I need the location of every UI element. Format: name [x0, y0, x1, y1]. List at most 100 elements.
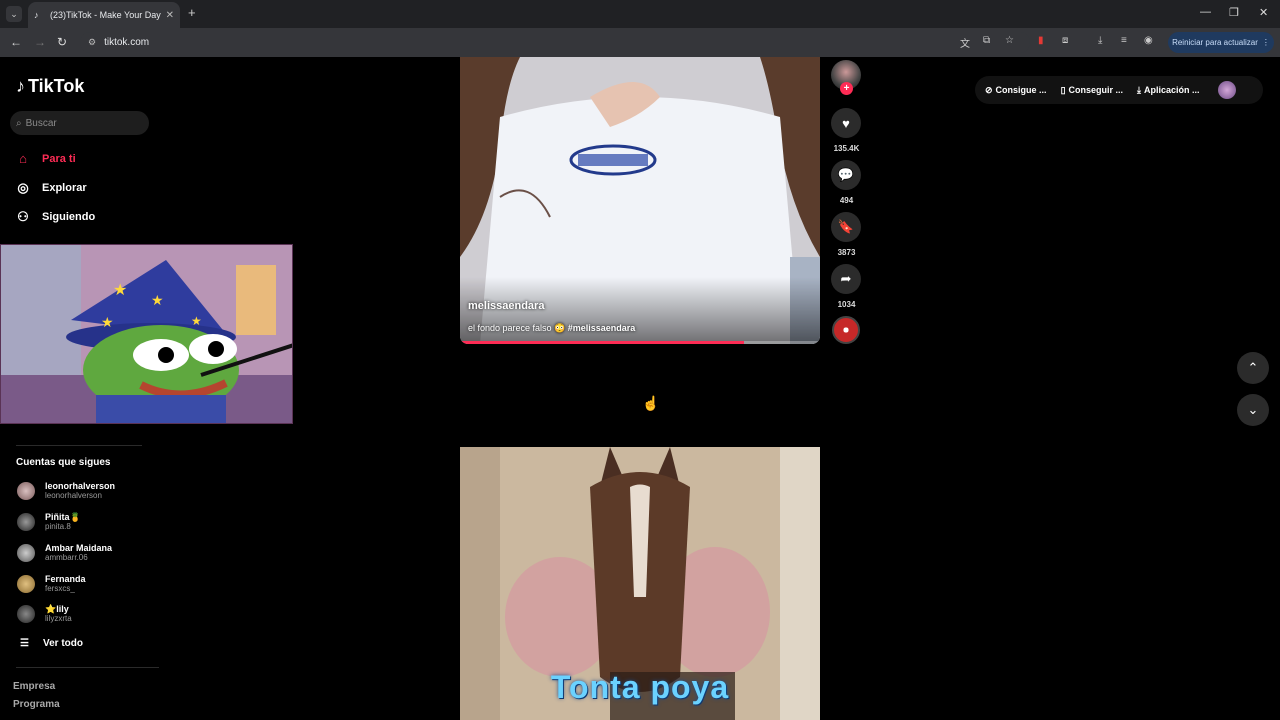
browser-toolbar: ← → ↻ ⚙ tiktok.com 文 ⧉ ☆ ▮ ⧈ ⤓ ≡ ◉ Reini…	[0, 28, 1280, 57]
restore-icon[interactable]: ❐	[1229, 6, 1239, 19]
bookmark-icon: 🔖	[837, 219, 855, 234]
svg-text:★: ★	[151, 292, 164, 308]
see-all-label: Ver todo	[42, 638, 83, 649]
following-account-leonorhalverson[interactable]: leonorhalverson leonorhalverson	[17, 481, 115, 501]
extension-icon[interactable]: ▮	[1038, 35, 1044, 46]
sidebar-item-explorar[interactable]: ◎ Explorar	[16, 180, 87, 196]
browser-tab-bar: ⌄ ♪ (23)TikTok - Make Your Day ✕ + — ❐ ✕	[0, 0, 1280, 28]
update-button-label: Reiniciar para actualizar	[1172, 38, 1258, 47]
download-icon[interactable]: ⤓	[1098, 35, 1102, 46]
following-account-fernanda[interactable]: Fernanda fersxcs_	[17, 574, 86, 594]
following-account-pinita[interactable]: Piñita🍍 pinita.8	[17, 512, 81, 532]
account-name: Fernanda	[45, 574, 86, 584]
get-coins-label: Consigue ...	[995, 85, 1047, 95]
reload-icon[interactable]: ↻	[57, 35, 67, 49]
hashtag-link[interactable]: #melissaendara	[568, 323, 636, 333]
account-handle: pinita.8	[45, 522, 71, 531]
search-icon: ⌕	[16, 117, 22, 129]
following-section-title: Cuentas que sigues	[16, 457, 111, 468]
top-actions-bar: ⊘ Consigue ... ▯ Conseguir ... ⤓ Aplicac…	[975, 76, 1263, 104]
stream-overlay-image: ★ ★ ★ ★	[0, 244, 293, 424]
address-bar[interactable]: ⚙ tiktok.com	[80, 32, 1030, 53]
avatar	[17, 575, 35, 593]
avatar	[17, 482, 35, 500]
footer-link-programa[interactable]: Programa	[13, 699, 60, 710]
chevron-up-icon: ⌃	[1247, 360, 1259, 375]
sidebar-item-label: Para ti	[42, 152, 76, 165]
chevron-down-icon: ⌄	[10, 8, 18, 19]
forward-icon[interactable]: →	[34, 35, 46, 49]
logo-text: TikTok	[28, 76, 85, 96]
video-caption: el fondo parece falso 😳 #melissaendara	[468, 323, 635, 334]
sidebar-item-label: Explorar	[42, 182, 87, 194]
following-account-ambar-maidana[interactable]: Ambar Maidana ammbarr.06	[17, 543, 112, 563]
install-app-icon[interactable]: ⧉	[983, 35, 990, 46]
sidebar-item-label: Siguiendo	[42, 211, 96, 223]
url-text: tiktok.com	[104, 37, 150, 48]
list-icon: ☰	[20, 638, 29, 649]
share-arrow-icon: ➦	[840, 271, 852, 286]
tab-title: (23)TikTok - Make Your Day	[50, 10, 161, 20]
video-author[interactable]: melissaendara	[468, 300, 544, 312]
next-video-button[interactable]: ⌄	[1237, 394, 1269, 426]
divider	[16, 445, 142, 446]
account-handle: leonorhalverson	[45, 491, 102, 500]
user-avatar[interactable]	[1217, 81, 1236, 99]
video-player-next[interactable]: Tonta poya	[460, 447, 820, 720]
comment-icon: 💬	[837, 167, 855, 182]
avatar	[17, 605, 35, 623]
translate-icon[interactable]: 文	[960, 35, 970, 50]
get-app-button[interactable]: ▯ Conseguir ...	[1061, 85, 1123, 96]
comment-count: 494	[839, 196, 854, 205]
avatar	[17, 544, 35, 562]
get-coins-button[interactable]: ⊘ Consigue ...	[985, 85, 1047, 96]
search-box[interactable]: ⌕	[10, 111, 149, 135]
tiktok-logo[interactable]: ♪ TikTok	[16, 76, 84, 97]
desktop-app-button[interactable]: ⤓ Aplicación ...	[1137, 85, 1200, 96]
see-all-button[interactable]: ☰ Ver todo	[20, 638, 83, 649]
save-button[interactable]: 🔖	[831, 212, 861, 242]
download-icon: ⤓	[1137, 84, 1142, 95]
footer-link-empresa[interactable]: Empresa	[13, 681, 55, 692]
tab-search-button[interactable]: ⌄	[6, 6, 22, 22]
like-button[interactable]: ♥	[831, 108, 861, 138]
avatar	[17, 513, 35, 531]
search-input[interactable]	[25, 117, 136, 129]
account-handle: lilyzxrta	[45, 614, 72, 623]
comment-button[interactable]: 💬	[831, 160, 861, 190]
music-disc-icon[interactable]	[832, 316, 860, 344]
previous-video-button[interactable]: ⌃	[1237, 352, 1269, 384]
bookmark-star-icon[interactable]: ☆	[1005, 35, 1014, 46]
share-button[interactable]: ➦	[831, 264, 861, 294]
browser-tab[interactable]: ♪ (23)TikTok - Make Your Day ✕	[28, 2, 180, 28]
divider	[16, 667, 159, 668]
close-window-icon[interactable]: ✕	[1259, 6, 1268, 19]
video-overlay-text: Tonta poya	[550, 669, 730, 705]
compass-icon: ◎	[17, 180, 29, 195]
account-name: Piñita🍍	[45, 512, 81, 522]
following-account-lily[interactable]: ⭐lily lilyzxrta	[17, 604, 72, 624]
svg-text:★: ★	[191, 314, 202, 328]
minimize-icon[interactable]: —	[1200, 6, 1211, 18]
close-icon[interactable]: ✕	[166, 10, 174, 21]
extensions-puzzle-icon[interactable]: ⧈	[1062, 35, 1068, 46]
video-player[interactable]: melissaendara el fondo parece falso 😳 #m…	[460, 57, 820, 344]
profile-avatar-icon[interactable]: ◉	[1144, 35, 1153, 46]
site-info-icon[interactable]: ⚙	[88, 37, 96, 48]
new-tab-button[interactable]: +	[188, 6, 196, 20]
phone-icon: ▯	[1060, 84, 1066, 95]
account-name: Ambar Maidana	[45, 543, 113, 553]
back-icon[interactable]: ←	[10, 35, 22, 49]
update-button[interactable]: Reiniciar para actualizar ⋮	[1168, 32, 1274, 53]
sidebar-item-siguiendo[interactable]: ⚇ Siguiendo	[16, 209, 95, 225]
follow-plus-icon[interactable]: +	[840, 82, 853, 95]
svg-text:★: ★	[101, 314, 114, 330]
more-vert-icon: ⋮	[1261, 38, 1270, 47]
video-progress-bar[interactable]	[460, 341, 820, 344]
hand-cursor-icon: ☝	[642, 395, 660, 411]
caption-text: el fondo parece falso 😳	[468, 323, 568, 333]
svg-text:★: ★	[113, 282, 127, 299]
media-control-icon[interactable]: ≡	[1121, 35, 1127, 46]
sidebar-item-para-ti[interactable]: ⌂ Para ti	[16, 151, 76, 166]
tiktok-favicon-icon: ♪	[34, 10, 39, 20]
